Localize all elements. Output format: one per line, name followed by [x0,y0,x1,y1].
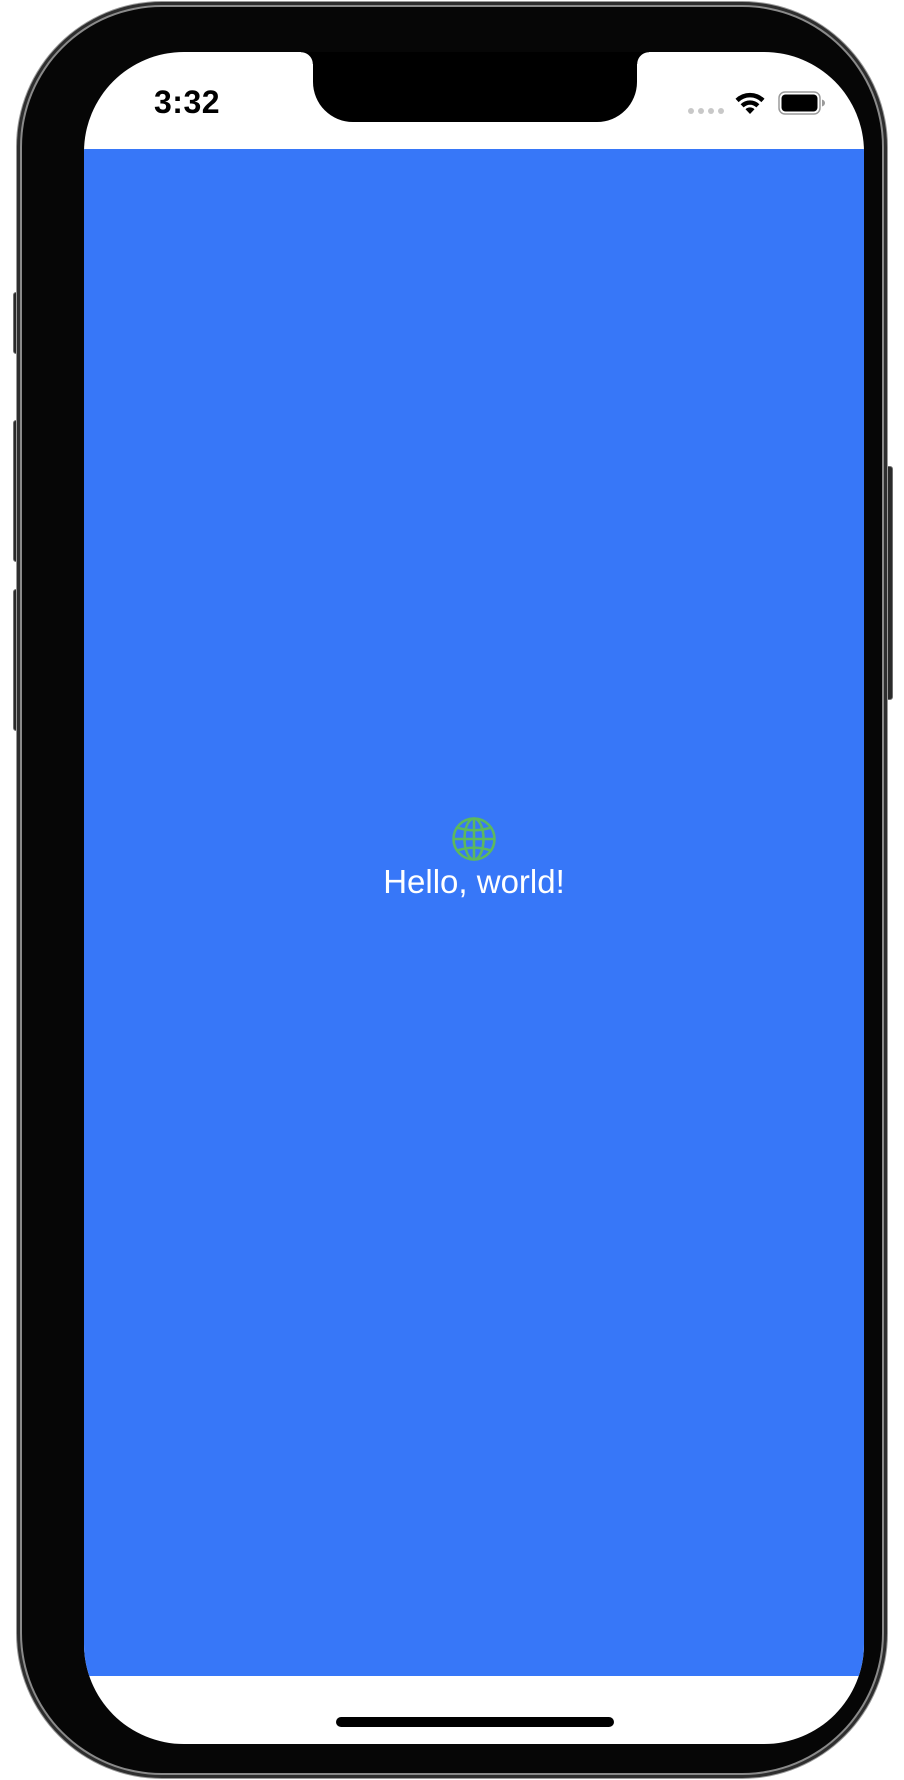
status-bar-time: 3:32 [154,84,221,120]
battery-full-icon [778,91,825,115]
phone-screen: 3:32 Hello, world! [84,52,864,1744]
home-indicator[interactable] [336,1717,614,1727]
simulator-stage: 3:32 Hello, world! [0,0,904,1780]
phone-frame: 3:32 Hello, world! [22,7,882,1773]
globe-icon [452,817,496,861]
camera-notch [301,52,649,122]
app-content: Hello, world! [84,149,864,1676]
wifi-icon [735,92,765,114]
power-button [883,466,893,700]
cellular-signal-dots-icon [688,108,724,114]
hello-world-label: Hello, world! [383,863,565,900]
hello-stack: Hello, world! [84,816,864,901]
